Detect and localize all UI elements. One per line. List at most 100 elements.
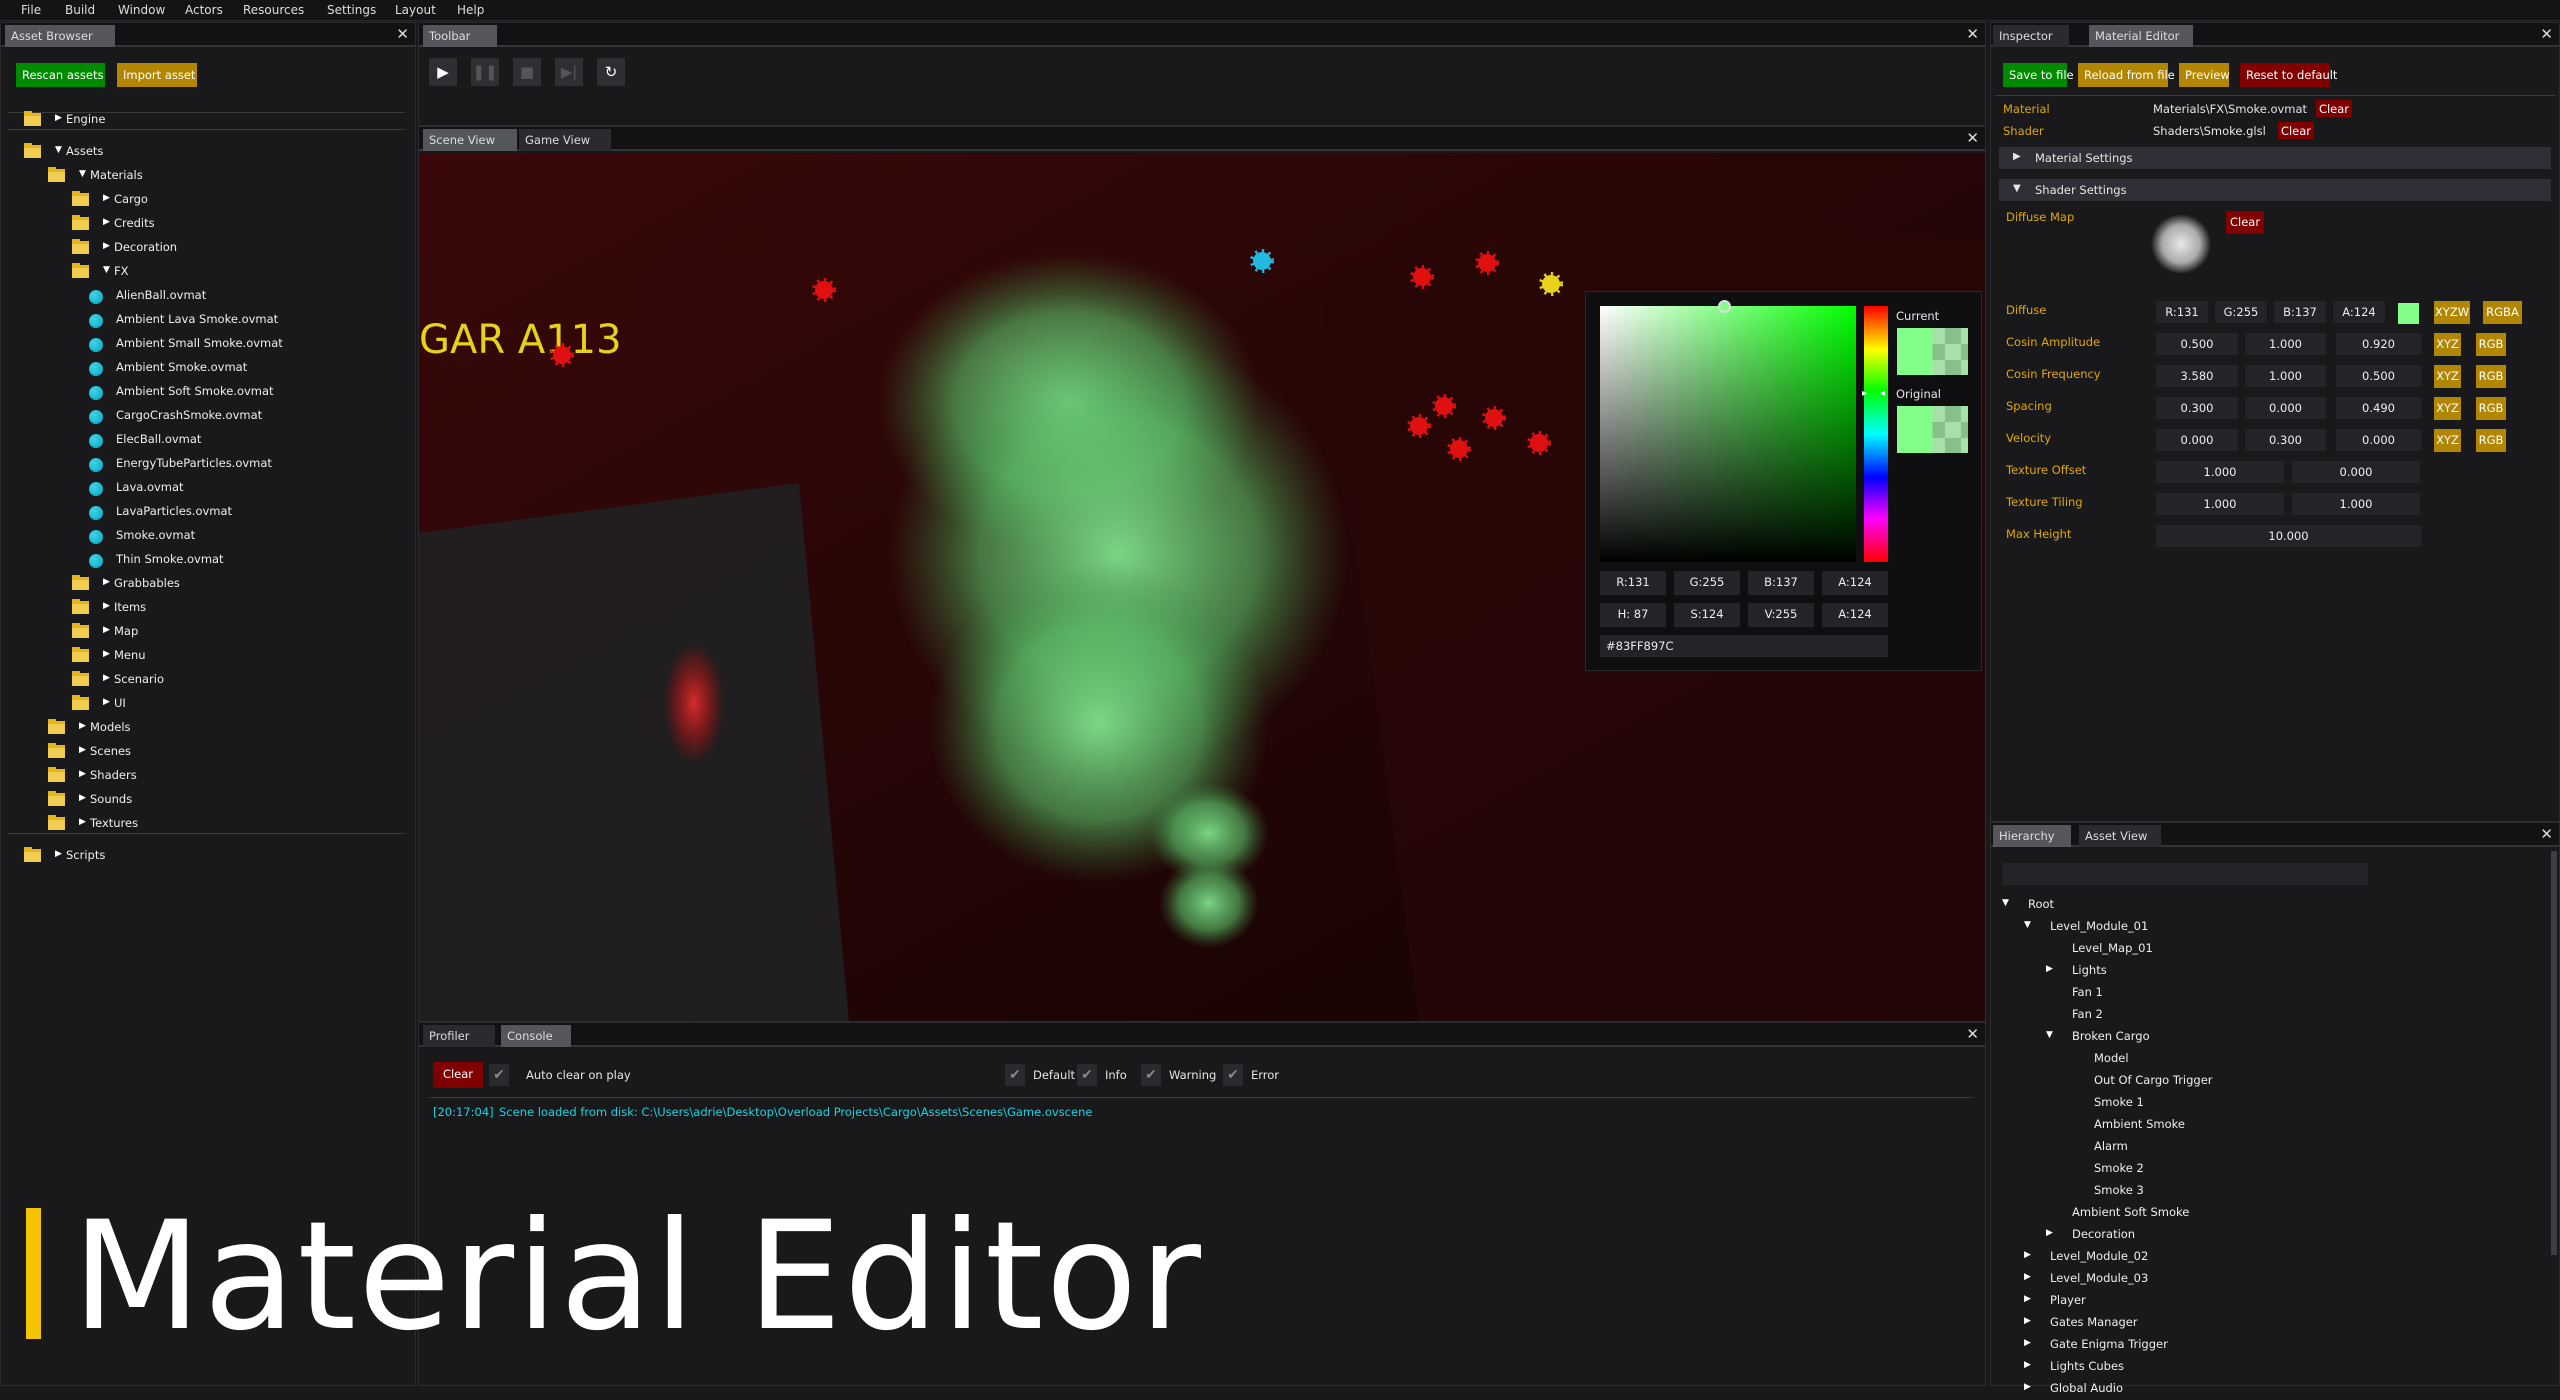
- folder-item[interactable]: ▼ Materials: [1, 165, 415, 187]
- vector-component-field[interactable]: 0.000: [2336, 429, 2421, 451]
- chevron-right-icon[interactable]: ▶: [79, 745, 86, 755]
- chevron-right-icon[interactable]: ▶: [2024, 1316, 2031, 1326]
- chevron-right-icon[interactable]: ▶: [79, 721, 86, 731]
- tab-inspector[interactable]: Inspector: [1993, 25, 2069, 47]
- material-item[interactable]: CargoCrashSmoke.ovmat: [1, 405, 415, 427]
- rgba-button[interactable]: RGBA: [2483, 301, 2522, 324]
- color-rgba-field[interactable]: A:124: [1822, 571, 1888, 595]
- tab-material-editor[interactable]: Material Editor: [2089, 25, 2193, 47]
- light-bulb-icon[interactable]: [1527, 431, 1551, 455]
- xyz-button[interactable]: XYZ: [2434, 365, 2461, 388]
- folder-item[interactable]: ▶ Items: [1, 597, 415, 619]
- diffuse-channel-field[interactable]: B:137: [2274, 301, 2326, 323]
- stop-icon[interactable]: ■: [513, 58, 541, 86]
- tab-toolbar[interactable]: Toolbar: [423, 25, 497, 47]
- hierarchy-item[interactable]: Ambient Soft Smoke: [1991, 1202, 2547, 1224]
- rgb-button[interactable]: RGB: [2476, 429, 2506, 452]
- folder-item[interactable]: ▶ Shaders: [1, 765, 415, 787]
- folder-item[interactable]: ▼ FX: [1, 261, 415, 283]
- color-hsva-field[interactable]: H: 87: [1600, 603, 1666, 627]
- clear-console-button[interactable]: Clear: [433, 1062, 483, 1088]
- step-icon[interactable]: ▶|: [555, 58, 583, 86]
- hierarchy-item[interactable]: ▶ Lights: [1991, 960, 2547, 982]
- menu-help[interactable]: Help: [457, 3, 484, 17]
- vector-component-field[interactable]: 0.500: [2336, 365, 2421, 387]
- tab-scene-view[interactable]: Scene View: [423, 129, 517, 151]
- hierarchy-item[interactable]: Level_Map_01: [1991, 938, 2547, 960]
- chevron-right-icon[interactable]: ▶: [55, 113, 62, 123]
- filter-default-checkbox[interactable]: ✔: [1005, 1064, 1025, 1086]
- menu-window[interactable]: Window: [118, 3, 165, 17]
- vector-component-field[interactable]: 0.500: [2156, 333, 2238, 355]
- chevron-right-icon[interactable]: ▶: [103, 601, 110, 611]
- tab-profiler[interactable]: Profiler: [423, 1025, 495, 1047]
- vector-component-field[interactable]: 1.000: [2292, 493, 2420, 515]
- folder-item[interactable]: ▶ Engine: [1, 109, 415, 131]
- chevron-right-icon[interactable]: ▶: [2024, 1338, 2031, 1348]
- vector-component-field[interactable]: 0.000: [2245, 397, 2326, 419]
- light-bulb-icon[interactable]: [1407, 414, 1431, 438]
- folder-item[interactable]: ▶ Grabbables: [1, 573, 415, 595]
- chevron-right-icon[interactable]: ▶: [103, 217, 110, 227]
- reload-from-file-button[interactable]: Reload from file: [2078, 63, 2175, 87]
- xyz-button[interactable]: XYZ: [2434, 429, 2461, 452]
- material-item[interactable]: AlienBall.ovmat: [1, 285, 415, 307]
- material-item[interactable]: Thin Smoke.ovmat: [1, 549, 415, 571]
- folder-item[interactable]: ▶ Scripts: [1, 845, 415, 867]
- color-hsva-field[interactable]: V:255: [1748, 603, 1814, 627]
- hierarchy-item[interactable]: ▶ Player: [1991, 1290, 2547, 1312]
- hierarchy-item[interactable]: ▼ Broken Cargo: [1991, 1026, 2547, 1048]
- import-asset-button[interactable]: Import asset: [117, 63, 197, 87]
- reset-to-default-button[interactable]: Reset to default: [2240, 63, 2337, 87]
- diffuse-channel-field[interactable]: R:131: [2156, 301, 2208, 323]
- chevron-right-icon[interactable]: ▶: [103, 649, 110, 659]
- chevron-right-icon[interactable]: ▶: [103, 577, 110, 587]
- pause-icon[interactable]: ❚❚: [471, 58, 499, 86]
- shader-settings-header[interactable]: ▼ Shader Settings: [1999, 179, 2551, 201]
- hierarchy-item[interactable]: Model: [1991, 1048, 2547, 1070]
- color-hsva-field[interactable]: S:124: [1674, 603, 1740, 627]
- close-icon[interactable]: ✕: [2540, 25, 2553, 43]
- hierarchy-item[interactable]: Fan 2: [1991, 1004, 2547, 1026]
- chevron-right-icon[interactable]: ▶: [103, 697, 110, 707]
- folder-item[interactable]: ▶ Scenes: [1, 741, 415, 763]
- chevron-right-icon[interactable]: ▶: [2046, 964, 2053, 974]
- xyz-button[interactable]: XYZ: [2434, 397, 2461, 420]
- tab-hierarchy[interactable]: Hierarchy: [1993, 825, 2071, 847]
- folder-item[interactable]: ▶ Map: [1, 621, 415, 643]
- max-height-field[interactable]: 10.000: [2156, 525, 2421, 547]
- chevron-down-icon[interactable]: ▼: [2046, 1030, 2053, 1040]
- material-item[interactable]: ElecBall.ovmat: [1, 429, 415, 451]
- tab-asset-view[interactable]: Asset View: [2079, 825, 2161, 847]
- light-bulb-icon[interactable]: [1250, 249, 1274, 273]
- refresh-icon[interactable]: ↻: [597, 58, 625, 86]
- chevron-right-icon[interactable]: ▶: [103, 193, 110, 203]
- chevron-right-icon[interactable]: ▶: [2024, 1382, 2031, 1392]
- tab-console[interactable]: Console: [501, 1025, 571, 1047]
- menu-layout[interactable]: Layout: [395, 3, 436, 17]
- light-bulb-icon[interactable]: [1539, 272, 1563, 296]
- clear-material-button[interactable]: Clear: [2316, 100, 2352, 117]
- hierarchy-item[interactable]: ▶ Gate Enigma Trigger: [1991, 1334, 2547, 1356]
- menu-resources[interactable]: Resources: [243, 3, 304, 17]
- material-item[interactable]: Ambient Small Smoke.ovmat: [1, 333, 415, 355]
- auto-clear-checkbox[interactable]: ✔: [489, 1064, 509, 1086]
- xyzw-button[interactable]: XYZW: [2434, 301, 2470, 324]
- hierarchy-item[interactable]: ▼ Level_Module_01: [1991, 916, 2547, 938]
- material-item[interactable]: Ambient Lava Smoke.ovmat: [1, 309, 415, 331]
- tab-game-view[interactable]: Game View: [519, 129, 611, 151]
- folder-item[interactable]: ▶ UI: [1, 693, 415, 715]
- vector-component-field[interactable]: 1.000: [2156, 461, 2284, 483]
- diffuse-color-swatch[interactable]: [2398, 303, 2419, 324]
- hierarchy-item[interactable]: ▶ Gates Manager: [1991, 1312, 2547, 1334]
- chevron-right-icon[interactable]: ▶: [79, 769, 86, 779]
- filter-info-checkbox[interactable]: ✔: [1077, 1064, 1097, 1086]
- vector-component-field[interactable]: 0.000: [2156, 429, 2238, 451]
- preview-button[interactable]: Preview: [2179, 63, 2230, 87]
- folder-item[interactable]: ▶ Decoration: [1, 237, 415, 259]
- color-hsva-field[interactable]: A:124: [1822, 603, 1888, 627]
- menu-file[interactable]: File: [21, 3, 41, 17]
- hierarchy-item[interactable]: Ambient Smoke: [1991, 1114, 2547, 1136]
- hierarchy-item[interactable]: Fan 1: [1991, 982, 2547, 1004]
- vector-component-field[interactable]: 3.580: [2156, 365, 2238, 387]
